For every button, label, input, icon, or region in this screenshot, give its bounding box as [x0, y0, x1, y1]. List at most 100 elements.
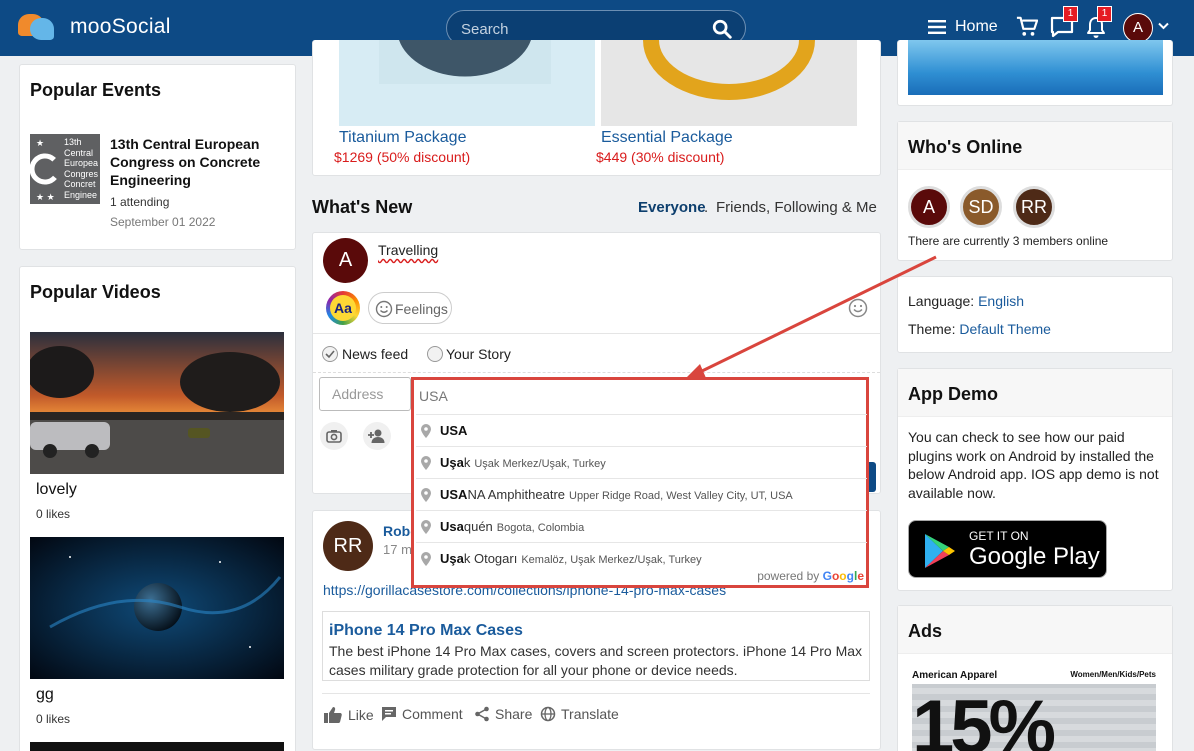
- location-input[interactable]: [416, 382, 864, 410]
- logo-icon: [18, 12, 56, 42]
- map-pin-icon: [421, 488, 431, 502]
- map-pin-icon: [421, 424, 431, 438]
- link-preview-card[interactable]: iPhone 14 Pro Max Cases The best iPhone …: [322, 611, 870, 681]
- titanium-package-image[interactable]: [339, 40, 595, 126]
- translate-label: Translate: [561, 706, 619, 722]
- address-placeholder: Address: [332, 386, 384, 402]
- google-play-label: Google Play: [969, 543, 1100, 570]
- video-likes: 0 likes: [36, 507, 71, 521]
- your-story-label[interactable]: Your Story: [446, 346, 511, 362]
- add-user-icon: [368, 429, 385, 443]
- translate-button[interactable]: Translate: [540, 706, 619, 722]
- search-icon[interactable]: [711, 18, 733, 40]
- event-title[interactable]: 13th Central European Congress on Concre…: [110, 135, 290, 189]
- search-input[interactable]: [461, 19, 701, 39]
- language-setting: Language: English: [908, 293, 1024, 309]
- powered-by-label: powered by: [757, 569, 820, 583]
- video-title[interactable]: lovely: [36, 481, 77, 499]
- comment-button[interactable]: Comment: [381, 706, 463, 722]
- settings-card: [897, 276, 1173, 353]
- feelings-button[interactable]: Feelings: [368, 292, 452, 324]
- popular-videos-title: Popular Videos: [30, 282, 161, 302]
- theme-setting: Theme: Default Theme: [908, 321, 1051, 337]
- svg-text:★ ★: ★ ★: [36, 192, 55, 202]
- suggestion-match: USA: [440, 487, 468, 502]
- suggestion-match: USA: [440, 423, 468, 438]
- package-name[interactable]: Essential Package: [601, 129, 733, 147]
- ad-brand: American Apparel: [912, 670, 998, 681]
- suggestion-secondary: Upper Ridge Road, West Valley City, UT, …: [569, 490, 793, 502]
- check-icon: [325, 350, 335, 359]
- post-author-avatar[interactable]: RR: [323, 521, 373, 571]
- user-avatar[interactable]: A: [1123, 13, 1153, 43]
- package-price: $449 (30% discount): [596, 149, 725, 165]
- composer-textarea[interactable]: Travelling: [378, 242, 438, 258]
- text-style-button[interactable]: Aa: [326, 291, 360, 325]
- promo-banner-card: [897, 40, 1173, 106]
- video-title[interactable]: gg: [36, 686, 54, 704]
- location-suggestion[interactable]: USA: [416, 414, 867, 446]
- video-thumbnail[interactable]: [30, 742, 284, 751]
- whos-online-title: Who's Online: [908, 137, 1023, 157]
- video-thumbnail[interactable]: [30, 332, 284, 474]
- like-button[interactable]: Like: [323, 706, 374, 724]
- google-letter: g: [846, 569, 854, 583]
- share-button[interactable]: Share: [474, 706, 532, 722]
- suggestion-rest: NA Amphitheatre: [467, 487, 566, 502]
- cart-icon[interactable]: [1016, 16, 1038, 38]
- share-post-button[interactable]: [868, 462, 876, 492]
- news-feed-label[interactable]: News feed: [342, 346, 408, 362]
- event-thumbnail[interactable]: ★ ★ ★ 13th Central Europea Congres Concr…: [30, 134, 100, 204]
- location-suggestion[interactable]: Usaquén Bogota, Colombia: [416, 510, 867, 542]
- location-suggestion[interactable]: Uşak Uşak Merkez/Uşak, Turkey: [416, 446, 867, 478]
- notifications-badge: 1: [1097, 6, 1112, 22]
- ad-banner[interactable]: American Apparel Women/Men/Kids/Pets 15%: [912, 668, 1156, 751]
- chevron-down-icon[interactable]: [1158, 22, 1169, 30]
- news-feed-radio[interactable]: [322, 346, 338, 362]
- promo-banner-image[interactable]: [908, 40, 1163, 95]
- feelings-label: Feelings: [395, 301, 448, 317]
- online-member-avatar[interactable]: SD: [960, 186, 1002, 228]
- video-thumbnail[interactable]: [30, 537, 284, 679]
- filter-separator: .: [704, 199, 709, 216]
- like-label: Like: [348, 707, 374, 723]
- package-graphic-icon: [643, 39, 815, 100]
- location-suggestions: USA Uşak Uşak Merkez/Uşak, Turkey USANA A…: [416, 414, 867, 574]
- camera-button[interactable]: [320, 422, 348, 450]
- suggestion-rest: k: [463, 455, 471, 470]
- online-member-avatar[interactable]: A: [908, 186, 950, 228]
- smile-icon: [375, 300, 393, 318]
- share-label: Share: [495, 706, 533, 722]
- google-play-icon: [925, 534, 955, 568]
- popular-events-title: Popular Events: [30, 80, 162, 100]
- filter-everyone[interactable]: Everyone: [638, 199, 706, 216]
- your-story-radio[interactable]: [427, 346, 443, 362]
- event-thumb-text: 13th Central Europea Congres Concret Eng…: [64, 137, 99, 200]
- suggestion-rest: quén: [463, 519, 493, 534]
- language-link[interactable]: English: [978, 293, 1024, 309]
- theme-link[interactable]: Default Theme: [959, 321, 1051, 337]
- online-member-avatar[interactable]: RR: [1013, 186, 1055, 228]
- filter-friends-following[interactable]: Friends, Following & Me: [716, 199, 877, 216]
- emoji-icon[interactable]: [848, 298, 868, 318]
- video-likes: 0 likes: [36, 712, 71, 726]
- svg-text:★: ★: [36, 138, 44, 148]
- menu-icon[interactable]: [928, 19, 946, 35]
- ad-tagline: Women/Men/Kids/Pets: [1070, 670, 1156, 679]
- ad-big-text: 15%: [912, 685, 1056, 751]
- suggestion-secondary: Kemalöz, Uşak Merkez/Uşak, Turkey: [521, 554, 702, 566]
- package-name[interactable]: Titanium Package: [339, 129, 466, 147]
- site-logo[interactable]: mooSocial: [18, 12, 171, 42]
- globe-icon: [540, 706, 556, 722]
- location-suggestion[interactable]: USANA Amphitheatre Upper Ridge Road, West…: [416, 478, 867, 510]
- google-play-badge[interactable]: GET IT ON Google Play: [908, 520, 1107, 578]
- tag-friends-button[interactable]: [363, 422, 391, 450]
- divider: [313, 372, 880, 373]
- sunset-video-image: [30, 332, 284, 474]
- link-preview-title[interactable]: iPhone 14 Pro Max Cases: [329, 622, 523, 640]
- home-link[interactable]: Home: [955, 18, 998, 36]
- map-pin-icon: [421, 552, 431, 566]
- essential-package-image[interactable]: [601, 39, 857, 126]
- address-field[interactable]: Address: [319, 377, 411, 411]
- package-price: $1269 (50% discount): [334, 149, 471, 165]
